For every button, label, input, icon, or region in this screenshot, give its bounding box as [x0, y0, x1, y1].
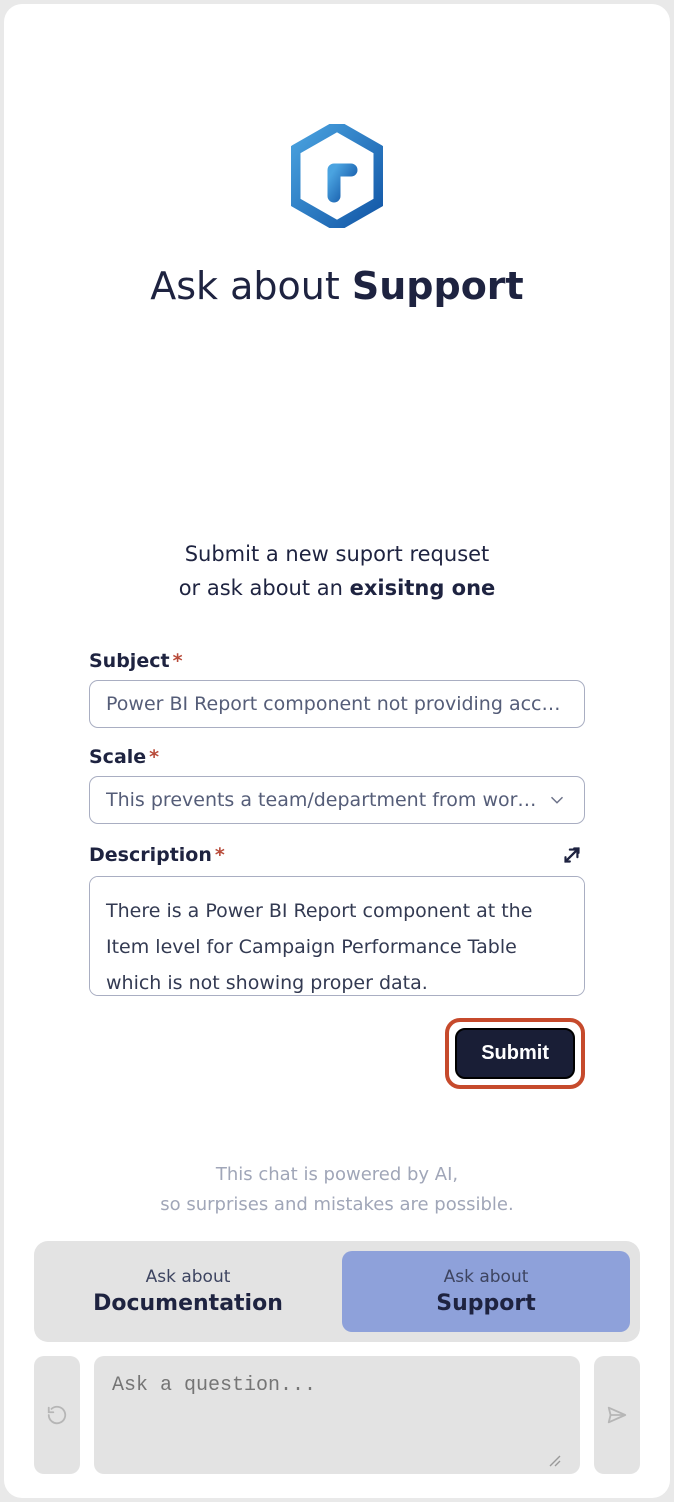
scale-label: Scale* — [89, 746, 585, 768]
title-bold: Support — [352, 264, 524, 308]
subject-label: Subject* — [89, 650, 585, 672]
tab-big-label: Support — [352, 1291, 620, 1316]
disclaimer-line1: This chat is powered by AI, — [34, 1160, 640, 1191]
subtitle-line1: Submit a new suport requset — [34, 538, 640, 572]
tab-support[interactable]: Ask about Support — [342, 1251, 630, 1332]
send-button[interactable] — [594, 1356, 640, 1474]
subtitle: Submit a new suport requset or ask about… — [34, 538, 640, 605]
composer-row — [34, 1356, 640, 1474]
logo-wrap — [34, 124, 640, 228]
required-mark: * — [215, 844, 225, 866]
disclaimer-line2: so surprises and mistakes are possible. — [34, 1190, 640, 1221]
expand-icon[interactable] — [559, 842, 585, 868]
subject-input[interactable] — [89, 680, 585, 728]
submit-row: Submit — [89, 1018, 585, 1089]
scale-value: This prevents a team/department from wor… — [106, 789, 546, 811]
page-title: Ask about Support — [34, 264, 640, 308]
required-mark: * — [149, 746, 159, 768]
description-label: Description* — [89, 844, 225, 866]
support-form: Subject* Scale* This prevents a team/dep… — [89, 650, 585, 1089]
spacer-grow — [34, 1089, 640, 1160]
chat-panel: Ask about Support Submit a new suport re… — [4, 4, 670, 1498]
tab-big-label: Documentation — [54, 1291, 322, 1316]
mode-tabs: Ask about Documentation Ask about Suppor… — [34, 1241, 640, 1342]
chat-input[interactable] — [94, 1356, 580, 1474]
ai-disclaimer: This chat is powered by AI, so surprises… — [34, 1160, 640, 1221]
submit-button[interactable]: Submit — [455, 1028, 575, 1079]
refresh-icon — [46, 1404, 68, 1426]
tab-small-label: Ask about — [352, 1267, 620, 1287]
send-icon — [606, 1404, 628, 1426]
title-prefix: Ask about — [150, 264, 352, 308]
hex-logo-icon — [291, 124, 383, 228]
refresh-button[interactable] — [34, 1356, 80, 1474]
submit-highlight: Submit — [445, 1018, 585, 1089]
tab-small-label: Ask about — [54, 1267, 322, 1287]
spacer — [34, 308, 640, 538]
subject-field: Subject* — [89, 650, 585, 728]
scale-field: Scale* This prevents a team/department f… — [89, 746, 585, 824]
subtitle-line2: or ask about an exisitng one — [34, 572, 640, 606]
chevron-down-icon — [546, 789, 568, 811]
required-mark: * — [173, 650, 183, 672]
scale-select[interactable]: This prevents a team/department from wor… — [89, 776, 585, 824]
description-field: Description* — [89, 842, 585, 1000]
tab-documentation[interactable]: Ask about Documentation — [44, 1251, 332, 1332]
description-textarea[interactable] — [89, 876, 585, 996]
